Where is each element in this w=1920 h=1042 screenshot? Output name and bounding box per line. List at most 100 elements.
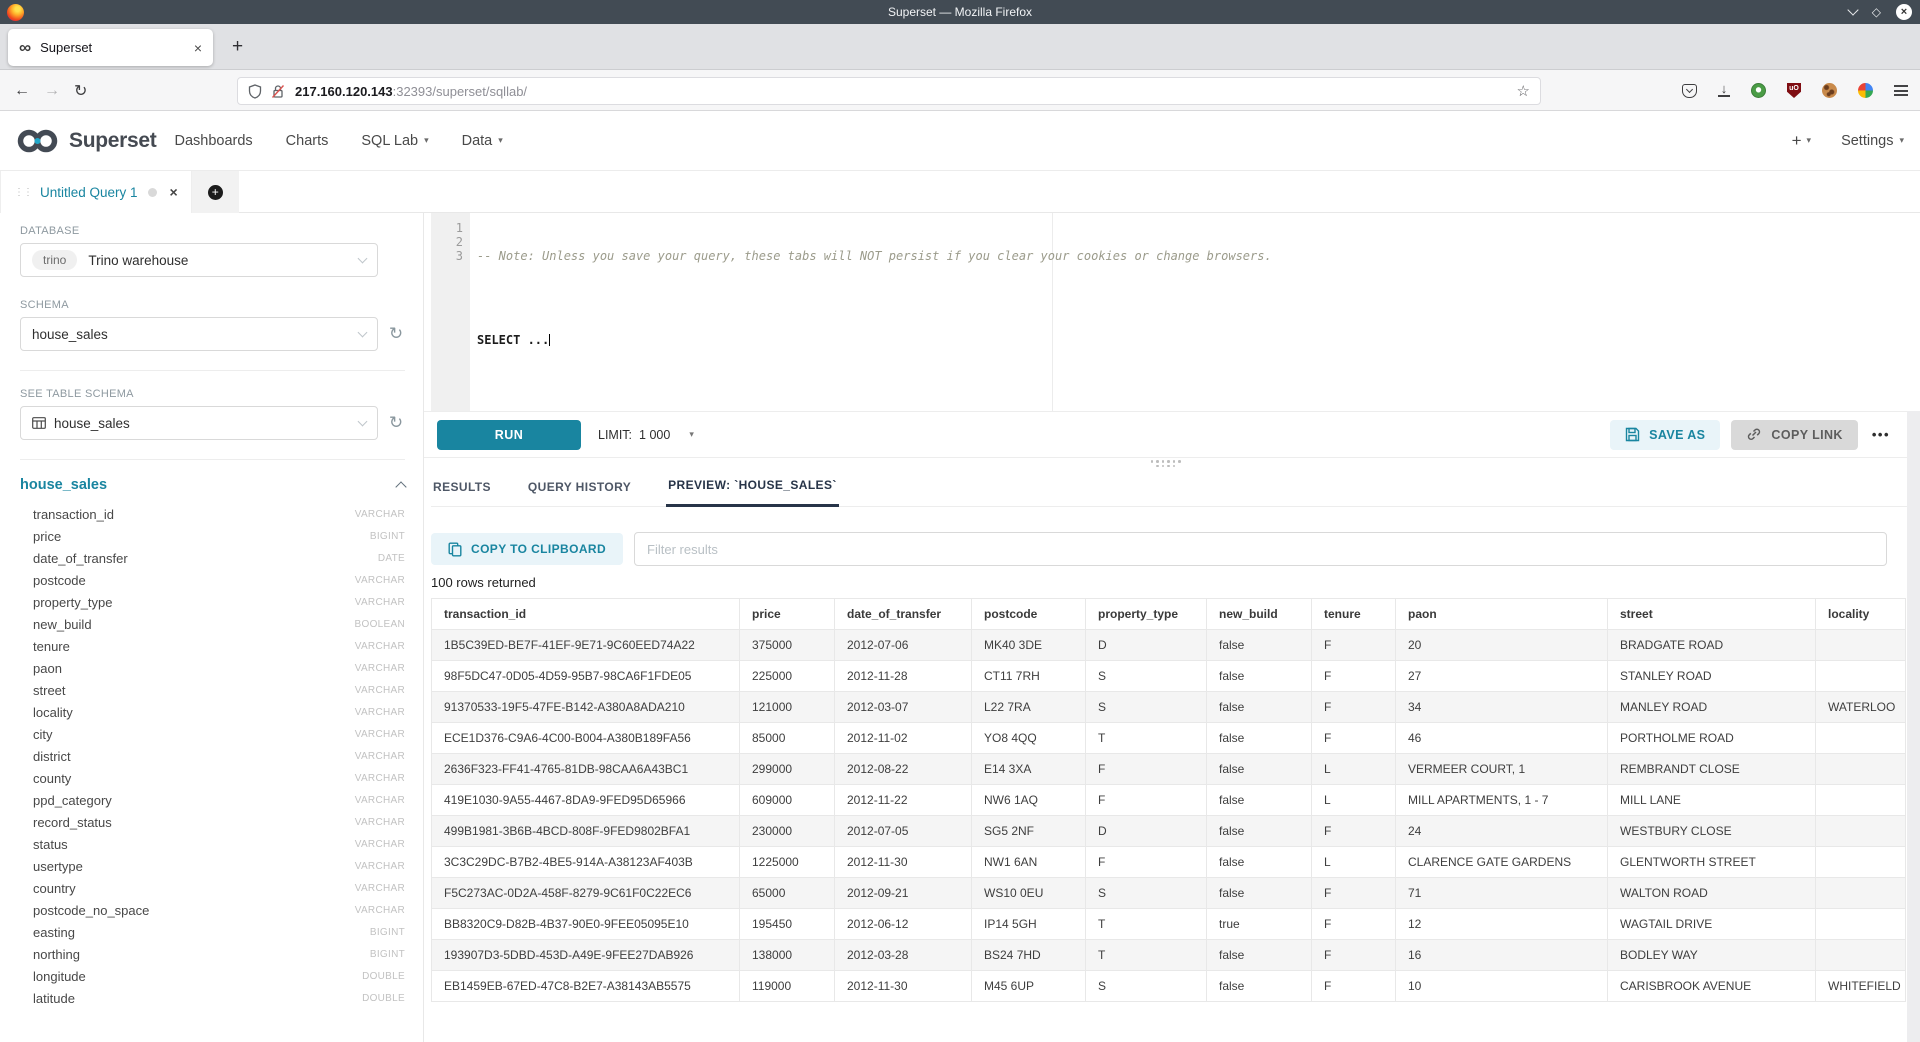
window-minimize-icon[interactable] [1847, 4, 1858, 15]
extension-colorwheel-icon[interactable] [1858, 83, 1873, 98]
shield-permissions-icon[interactable] [248, 84, 262, 99]
superset-favicon-icon: ∞ [19, 39, 31, 56]
table-row: 91370533-19F5-47FE-B142-A380A8ADA210 121… [432, 692, 1906, 723]
caret-down-icon: ▾ [1899, 135, 1904, 146]
results-controls: COPY TO CLIPBOARD [431, 532, 1887, 566]
table-schema-header[interactable]: house_sales [20, 477, 405, 493]
caret-down-icon: ▾ [498, 135, 503, 146]
column-type: VARCHAR [355, 729, 405, 740]
menu-icon[interactable] [1894, 85, 1908, 96]
column-name: tenure [33, 639, 70, 654]
copy-link-button[interactable]: COPY LINK [1731, 420, 1857, 450]
url-bar[interactable]: 217.160.120.143:32393/superset/sqllab/ ☆ [237, 77, 1541, 105]
caret-down-icon: ▾ [424, 135, 429, 146]
table-select[interactable]: house_sales [20, 406, 378, 440]
results-pane: RESULTS QUERY HISTORY PREVIEW: `HOUSE_SA… [424, 458, 1907, 1042]
downloads-icon[interactable]: ↓ [1718, 84, 1730, 97]
sidebar: DATABASE trino Trino warehouse ↻ SCHEMA … [0, 213, 424, 1042]
nav-data[interactable]: Data▾ [462, 133, 503, 149]
caret-down-icon: ▾ [1807, 135, 1812, 146]
column-row: county VARCHAR [20, 767, 405, 789]
column-type: BIGINT [370, 531, 405, 542]
superset-brand[interactable]: Superset [16, 126, 156, 156]
new-item-button[interactable]: +▾ [1792, 131, 1811, 151]
query-tab-active[interactable]: ⋮⋮ Untitled Query 1 × [0, 171, 192, 213]
column-header[interactable]: price [740, 599, 835, 630]
new-tab-button[interactable]: + [232, 37, 243, 56]
column-header[interactable]: date_of_transfer [835, 599, 972, 630]
limit-control[interactable]: LIMIT: 1 000 ▾ [598, 428, 694, 442]
column-row: postcode VARCHAR [20, 569, 405, 591]
nav-charts[interactable]: Charts [286, 133, 329, 149]
table-row: ECE1D376-C9A6-4C00-B004-A380B189FA56 850… [432, 723, 1906, 754]
column-header[interactable]: locality [1816, 599, 1906, 630]
window-title: Superset — Mozilla Firefox [0, 5, 1920, 19]
column-header[interactable]: new_build [1207, 599, 1312, 630]
settings-menu[interactable]: Settings▾ [1841, 133, 1904, 149]
filter-results-input[interactable] [634, 532, 1887, 566]
browser-tab[interactable]: ∞ Superset × [8, 29, 213, 66]
save-as-button[interactable]: SAVE AS [1610, 420, 1720, 450]
row-count-text: 100 rows returned [431, 575, 1907, 590]
column-header[interactable]: property_type [1086, 599, 1207, 630]
chevron-down-icon [358, 254, 368, 264]
vertical-scrollbar[interactable] [1907, 411, 1920, 1042]
schema-value: house_sales [32, 327, 108, 342]
schema-select[interactable]: house_sales [20, 317, 378, 351]
pane-resize-handle[interactable] [1149, 460, 1183, 467]
column-header[interactable]: postcode [972, 599, 1086, 630]
column-header[interactable]: street [1608, 599, 1816, 630]
refresh-table-icon[interactable]: ↻ [387, 413, 405, 433]
column-row: transaction_id VARCHAR [20, 503, 405, 525]
more-options-button[interactable]: ••• [1872, 427, 1890, 442]
column-type: VARCHAR [355, 575, 405, 586]
editor-toolbar: RUN LIMIT: 1 000 ▾ SAVE AS [424, 411, 1907, 458]
copy-to-clipboard-button[interactable]: COPY TO CLIPBOARD [431, 533, 623, 565]
drag-handle-icon[interactable]: ⋮⋮ [14, 187, 32, 198]
column-type: BIGINT [370, 949, 405, 960]
sql-statement: SELECT ... [477, 333, 549, 347]
titlebar: Superset — Mozilla Firefox ◇ × [0, 0, 1920, 24]
tab-preview-house-sales[interactable]: PREVIEW: `HOUSE_SALES` [666, 478, 839, 507]
results-tabs: RESULTS QUERY HISTORY PREVIEW: `HOUSE_SA… [431, 478, 1907, 507]
refresh-schema-icon[interactable]: ↻ [387, 324, 405, 344]
tab-results[interactable]: RESULTS [431, 480, 493, 506]
pocket-icon[interactable] [1682, 84, 1697, 98]
column-header[interactable]: tenure [1312, 599, 1396, 630]
bookmark-star-icon[interactable]: ☆ [1517, 82, 1530, 100]
collapse-up-icon[interactable] [395, 481, 406, 492]
column-header[interactable]: paon [1396, 599, 1608, 630]
nav-dashboards[interactable]: Dashboards [174, 133, 252, 149]
reload-icon[interactable]: ↻ [74, 70, 87, 111]
browser-tab-title: Superset [40, 40, 92, 55]
run-button[interactable]: RUN [437, 420, 581, 450]
column-header[interactable]: transaction_id [432, 599, 740, 630]
superset-logo-icon [16, 126, 62, 156]
forward-icon[interactable]: → [44, 70, 60, 111]
superset-navbar: Superset Dashboards Charts SQL Lab▾ Data… [0, 111, 1920, 171]
query-tab-close-icon[interactable]: × [170, 184, 178, 200]
tab-close-icon[interactable]: × [194, 40, 202, 56]
limit-value: 1 000 [639, 428, 670, 442]
tab-query-history[interactable]: QUERY HISTORY [526, 480, 633, 506]
ublock-origin-icon[interactable]: uO [1787, 83, 1801, 98]
url-path: :32393/superset/sqllab/ [393, 84, 527, 99]
column-type: VARCHAR [355, 751, 405, 762]
database-select[interactable]: trino Trino warehouse [20, 243, 378, 277]
column-row: price BIGINT [20, 525, 405, 547]
column-name: northing [33, 947, 80, 962]
cookie-extension-icon[interactable] [1822, 83, 1837, 98]
add-query-tab-button[interactable]: + [192, 171, 239, 213]
sql-comment-line: -- Note: Unless you save your query, the… [477, 249, 1907, 263]
caret-down-icon: ▾ [689, 429, 694, 440]
column-row: date_of_transfer DATE [20, 547, 405, 569]
back-icon[interactable]: ← [14, 70, 30, 111]
column-row: district VARCHAR [20, 745, 405, 767]
nav-sql-lab[interactable]: SQL Lab▾ [361, 133, 428, 149]
url-host: 217.160.120.143 [295, 84, 393, 99]
lock-insecure-icon[interactable] [271, 84, 285, 99]
sql-editor[interactable]: 1 2 3 -- Note: Unless you save your quer… [424, 213, 1907, 411]
privacy-badger-icon[interactable] [1751, 83, 1766, 98]
window-maximize-icon[interactable]: ◇ [1872, 5, 1881, 19]
window-close-icon[interactable]: × [1896, 4, 1912, 20]
